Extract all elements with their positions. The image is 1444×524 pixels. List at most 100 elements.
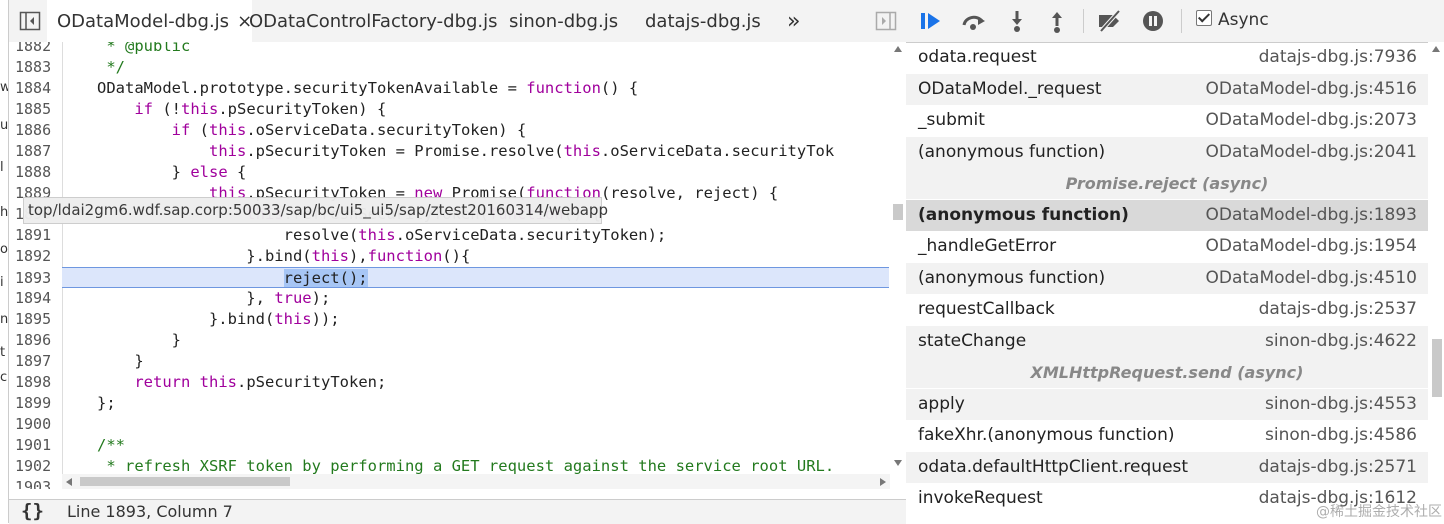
frame-location[interactable]: sinon-dbg.js:4553 bbox=[1265, 389, 1417, 420]
step-into-icon bbox=[1012, 11, 1022, 32]
code-line[interactable]: 1894 }, true); bbox=[9, 288, 889, 309]
frame-location[interactable]: ODataModel-dbg.js:1954 bbox=[1206, 231, 1418, 262]
code-line[interactable]: 1882 * @public bbox=[9, 42, 889, 57]
source-editor: ODataModel-dbg.js × ODataControlFactory-d… bbox=[8, 0, 907, 524]
line-number[interactable]: 1897 bbox=[15, 351, 57, 372]
code-text: } bbox=[69, 331, 181, 349]
call-frame[interactable]: apply sinon-dbg.js:4553 bbox=[906, 388, 1428, 420]
more-tabs-button[interactable]: » bbox=[777, 0, 800, 42]
code-line[interactable]: 1887 this.pSecurityToken = Promise.resol… bbox=[9, 141, 889, 162]
horizontal-scrollbar[interactable] bbox=[62, 474, 890, 489]
frame-location[interactable]: datajs-dbg.js:2571 bbox=[1259, 452, 1417, 483]
code-line[interactable]: 1899 }; bbox=[9, 393, 889, 414]
call-frame[interactable]: ODataModel._request ODataModel-dbg.js:451… bbox=[906, 73, 1428, 105]
call-frame[interactable]: odata.request datajs-dbg.js:7936 bbox=[906, 42, 1428, 73]
step-over-button[interactable] bbox=[960, 9, 986, 33]
call-frame[interactable]: odata.defaultHttpClient.request datajs-db… bbox=[906, 451, 1428, 483]
frame-location[interactable]: ODataModel-dbg.js:2041 bbox=[1206, 137, 1418, 168]
async-label: Async bbox=[1218, 10, 1269, 30]
code-line[interactable]: 1901 /** bbox=[9, 435, 889, 456]
toggle-navigator-button[interactable] bbox=[19, 10, 41, 32]
line-number[interactable]: 1884 bbox=[15, 78, 57, 99]
scroll-up-icon[interactable] bbox=[894, 46, 902, 52]
line-number[interactable]: 1887 bbox=[15, 141, 57, 162]
line-number[interactable]: 1896 bbox=[15, 330, 57, 351]
code-text: reject(); bbox=[283, 269, 368, 287]
line-number[interactable]: 1893 bbox=[15, 268, 57, 289]
code-text: resolve(this.oServiceData.securityToken)… bbox=[69, 226, 667, 244]
code-line[interactable]: 1897 } bbox=[9, 351, 889, 372]
code-line[interactable]: 1888 } else { bbox=[9, 162, 889, 183]
scroll-left-icon[interactable] bbox=[66, 478, 72, 486]
code-line[interactable]: 1896 } bbox=[9, 330, 889, 351]
line-number[interactable]: 1891 bbox=[15, 225, 57, 246]
line-number[interactable]: 1888 bbox=[15, 162, 57, 183]
line-number[interactable]: 1903 bbox=[15, 477, 57, 489]
line-number[interactable]: 1885 bbox=[15, 99, 57, 120]
line-number[interactable]: 1900 bbox=[15, 414, 57, 435]
vertical-scrollbar[interactable] bbox=[890, 42, 906, 489]
toggle-debugger-button[interactable] bbox=[875, 10, 897, 32]
code-line[interactable]: 1895 }.bind(this)); bbox=[9, 309, 889, 330]
call-frame[interactable]: (anonymous function) ODataModel-dbg.js:18… bbox=[906, 199, 1428, 231]
pretty-print-button[interactable]: {} bbox=[21, 500, 44, 522]
deactivate-breakpoints-button[interactable] bbox=[1096, 9, 1122, 33]
code-line[interactable]: 1884 ODataModel.prototype.securityTokenA… bbox=[9, 78, 889, 99]
vertical-scroll-thumb[interactable] bbox=[893, 204, 903, 220]
code-text: /** bbox=[69, 436, 125, 454]
code-line[interactable]: 1886 if (this.oServiceData.securityToken… bbox=[9, 120, 889, 141]
scroll-down-icon[interactable] bbox=[894, 460, 902, 466]
call-stack-scrollbar[interactable] bbox=[1428, 42, 1444, 523]
line-number[interactable]: 1902 bbox=[15, 456, 57, 477]
async-checkbox[interactable]: Async bbox=[1196, 10, 1269, 30]
call-frame[interactable]: stateChange sinon-dbg.js:4622 bbox=[906, 325, 1428, 357]
checkbox-checked-icon[interactable] bbox=[1196, 10, 1212, 26]
code-line[interactable]: 1891 resolve(this.oServiceData.securityT… bbox=[9, 225, 889, 246]
call-frame[interactable]: (anonymous function) ODataModel-dbg.js:45… bbox=[906, 262, 1428, 294]
code-line[interactable]: 1885 if (!this.pSecurityToken) { bbox=[9, 99, 889, 120]
call-frame[interactable]: _handleGetError ODataModel-dbg.js:1954 bbox=[906, 231, 1428, 262]
code-line[interactable]: 1883 */ bbox=[9, 57, 889, 78]
scroll-up-icon[interactable] bbox=[1432, 46, 1440, 52]
frame-location[interactable]: sinon-dbg.js:4622 bbox=[1265, 326, 1417, 357]
line-number[interactable]: 1892 bbox=[15, 246, 57, 267]
left-panel-fragment: u bbox=[0, 118, 8, 133]
line-number[interactable]: 1886 bbox=[15, 120, 57, 141]
line-number[interactable]: 1894 bbox=[15, 288, 57, 309]
line-number[interactable]: 1895 bbox=[15, 309, 57, 330]
frame-location[interactable]: ODataModel-dbg.js:4510 bbox=[1206, 263, 1418, 294]
frame-location[interactable]: datajs-dbg.js:7936 bbox=[1259, 42, 1417, 73]
tab-datajs[interactable]: datajs-dbg.js bbox=[635, 0, 761, 42]
code-line[interactable]: 1900 bbox=[9, 414, 889, 435]
horizontal-scroll-thumb[interactable] bbox=[80, 477, 290, 486]
call-frame[interactable]: (anonymous function) ODataModel-dbg.js:20… bbox=[906, 136, 1428, 168]
call-frame[interactable]: fakeXhr.(anonymous function) sinon-dbg.js… bbox=[906, 420, 1428, 451]
frame-location[interactable]: ODataModel-dbg.js:1893 bbox=[1206, 200, 1418, 231]
pause-on-exceptions-button[interactable] bbox=[1140, 9, 1166, 33]
call-stack-scroll-thumb[interactable] bbox=[1432, 339, 1442, 397]
frame-location[interactable]: sinon-dbg.js:4586 bbox=[1265, 420, 1417, 451]
line-number[interactable]: 1882 bbox=[15, 42, 57, 57]
code-view[interactable]: 1882 * @public 1883 */1884 ODataModel.pro… bbox=[9, 42, 906, 489]
call-frame[interactable]: _submit ODataModel-dbg.js:2073 bbox=[906, 105, 1428, 136]
step-into-button[interactable] bbox=[1004, 9, 1030, 33]
line-number[interactable]: 1901 bbox=[15, 435, 57, 456]
scroll-right-icon[interactable] bbox=[880, 478, 886, 486]
tab-odatacontrolfactory[interactable]: ODataControlFactory-dbg.js bbox=[239, 0, 498, 42]
code-line[interactable]: 1892 }.bind(this),function(){ bbox=[9, 246, 889, 267]
frame-function: requestCallback bbox=[918, 299, 1055, 319]
line-number[interactable]: 1899 bbox=[15, 393, 57, 414]
code-line[interactable]: 1893 reject(); bbox=[15, 267, 889, 288]
tab-odatamodel[interactable]: ODataModel-dbg.js × bbox=[47, 0, 253, 43]
tab-sinon[interactable]: sinon-dbg.js bbox=[499, 0, 618, 42]
left-panel-fragment: h bbox=[0, 205, 8, 220]
call-frame[interactable]: requestCallback datajs-dbg.js:2537 bbox=[906, 294, 1428, 325]
frame-location[interactable]: ODataModel-dbg.js:2073 bbox=[1206, 105, 1418, 136]
code-line[interactable]: 1898 return this.pSecurityToken; bbox=[9, 372, 889, 393]
line-number[interactable]: 1883 bbox=[15, 57, 57, 78]
step-out-button[interactable] bbox=[1044, 9, 1070, 33]
line-number[interactable]: 1898 bbox=[15, 372, 57, 393]
frame-location[interactable]: datajs-dbg.js:2537 bbox=[1259, 294, 1417, 325]
frame-location[interactable]: ODataModel-dbg.js:4516 bbox=[1206, 74, 1418, 105]
resume-button[interactable] bbox=[918, 9, 944, 33]
